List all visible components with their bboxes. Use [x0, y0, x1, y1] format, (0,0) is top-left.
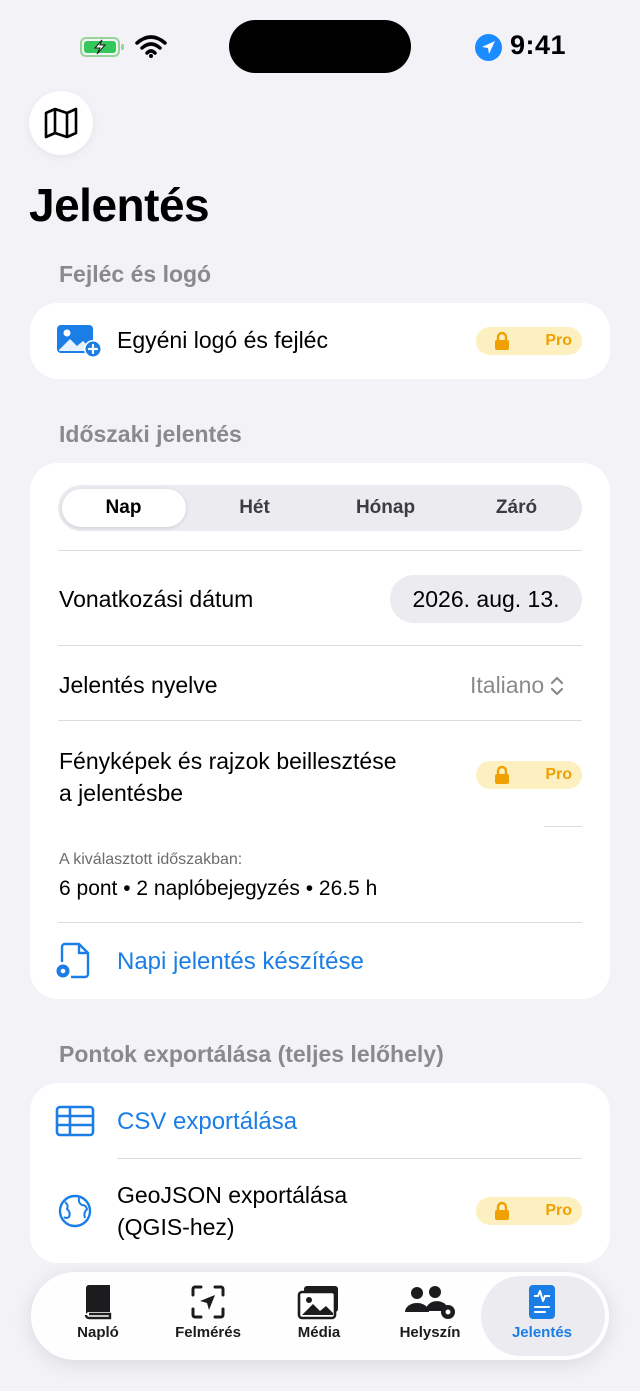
export-csv-button[interactable]: CSV exportálása — [117, 1108, 297, 1136]
geojson-line1: GeoJSON exportálása — [117, 1182, 348, 1208]
pro-label: Pro — [545, 1202, 572, 1219]
tab-label: Felmérés — [175, 1324, 241, 1341]
page-title: Jelentés — [29, 179, 210, 231]
photos-icon — [297, 1286, 338, 1320]
tab-felmeres[interactable]: Felmérés — [153, 1284, 263, 1348]
section-header-logo: Fejléc és logó — [59, 261, 212, 287]
lock-icon — [495, 765, 509, 784]
export-card: CSV exportálása GeoJSON exportálása (QGI… — [30, 1083, 610, 1263]
tab-helyszin[interactable]: Helyszín — [375, 1284, 485, 1348]
divider — [58, 645, 582, 646]
divider — [58, 720, 582, 721]
divider — [117, 1158, 582, 1159]
segment-nap[interactable]: Nap — [58, 485, 189, 531]
section-header-periodic: Időszaki jelentés — [59, 421, 242, 447]
table-icon — [55, 1105, 95, 1137]
book-icon — [84, 1285, 112, 1320]
document-gear-icon — [54, 942, 92, 980]
location-arrow-icon — [475, 34, 502, 61]
lock-icon — [495, 331, 509, 350]
navigation-icon — [191, 1285, 225, 1319]
segment-honap[interactable]: Hónap — [320, 485, 451, 531]
pro-label: Pro — [545, 332, 572, 349]
include-photos-line1: Fényképek és rajzok beillesztése — [59, 748, 397, 774]
globe-icon — [57, 1193, 93, 1229]
people-gear-icon — [405, 1286, 455, 1319]
battery-icon — [80, 36, 126, 58]
tab-media[interactable]: Média — [264, 1284, 374, 1348]
report-icon — [529, 1285, 555, 1319]
segment-zaro[interactable]: Záró — [451, 485, 582, 531]
report-language-label: Jelentés nyelve — [59, 672, 218, 698]
geojson-line2: (QGIS-hez) — [117, 1214, 235, 1240]
tab-label: Napló — [77, 1324, 119, 1341]
tab-label: Média — [297, 1324, 341, 1341]
summary-caption: A kiválasztott időszakban: — [59, 851, 243, 868]
lock-icon — [495, 1201, 509, 1220]
create-daily-report-button[interactable]: Napi jelentés készítése — [117, 948, 364, 976]
pro-badge: Pro — [476, 1197, 582, 1225]
pro-badge: Pro — [476, 327, 582, 355]
chevron-up-down-icon — [551, 676, 564, 695]
divider — [58, 550, 582, 551]
photo-add-icon — [55, 323, 103, 359]
dynamic-island — [229, 20, 411, 73]
wifi-icon — [135, 34, 167, 58]
pro-label: Pro — [545, 766, 572, 783]
reference-date-picker[interactable]: 2026. aug. 13. — [390, 575, 582, 623]
section-header-export: Pontok exportálása (teljes lelőhely) — [59, 1041, 444, 1067]
pro-badge[interactable]: Pro — [476, 761, 582, 789]
periodic-card — [30, 463, 610, 999]
report-language-value: Italiano — [470, 672, 545, 698]
period-segmented-control[interactable]: Nap Hét Hónap Záró — [58, 485, 582, 531]
report-language-picker[interactable]: Italiano — [470, 672, 564, 699]
tab-label: Helyszín — [399, 1324, 461, 1341]
export-geojson-button[interactable]: GeoJSON exportálása (QGIS-hez) — [117, 1179, 347, 1243]
segment-het[interactable]: Hét — [189, 485, 320, 531]
map-button[interactable] — [29, 91, 93, 155]
tab-label: Jelentés — [511, 1324, 573, 1341]
map-icon — [44, 107, 78, 139]
include-photos-line2: a jelentésbe — [59, 780, 184, 806]
include-photos-label: Fényképek és rajzok beillesztése a jelen… — [59, 745, 397, 809]
status-time: 9:41 — [510, 30, 567, 60]
reference-date-label: Vonatkozási dátum — [59, 586, 254, 612]
divider — [58, 922, 582, 923]
logo-card: Egyéni logó és fejléc Pro — [30, 303, 610, 379]
tab-naplo[interactable]: Napló — [43, 1284, 153, 1348]
summary-value: 6 pont • 2 naplóbejegyzés • 26.5 h — [59, 877, 378, 900]
custom-logo-label[interactable]: Egyéni logó és fejléc — [117, 327, 328, 354]
tab-jelentes[interactable]: Jelentés — [487, 1284, 597, 1348]
divider — [544, 826, 582, 827]
